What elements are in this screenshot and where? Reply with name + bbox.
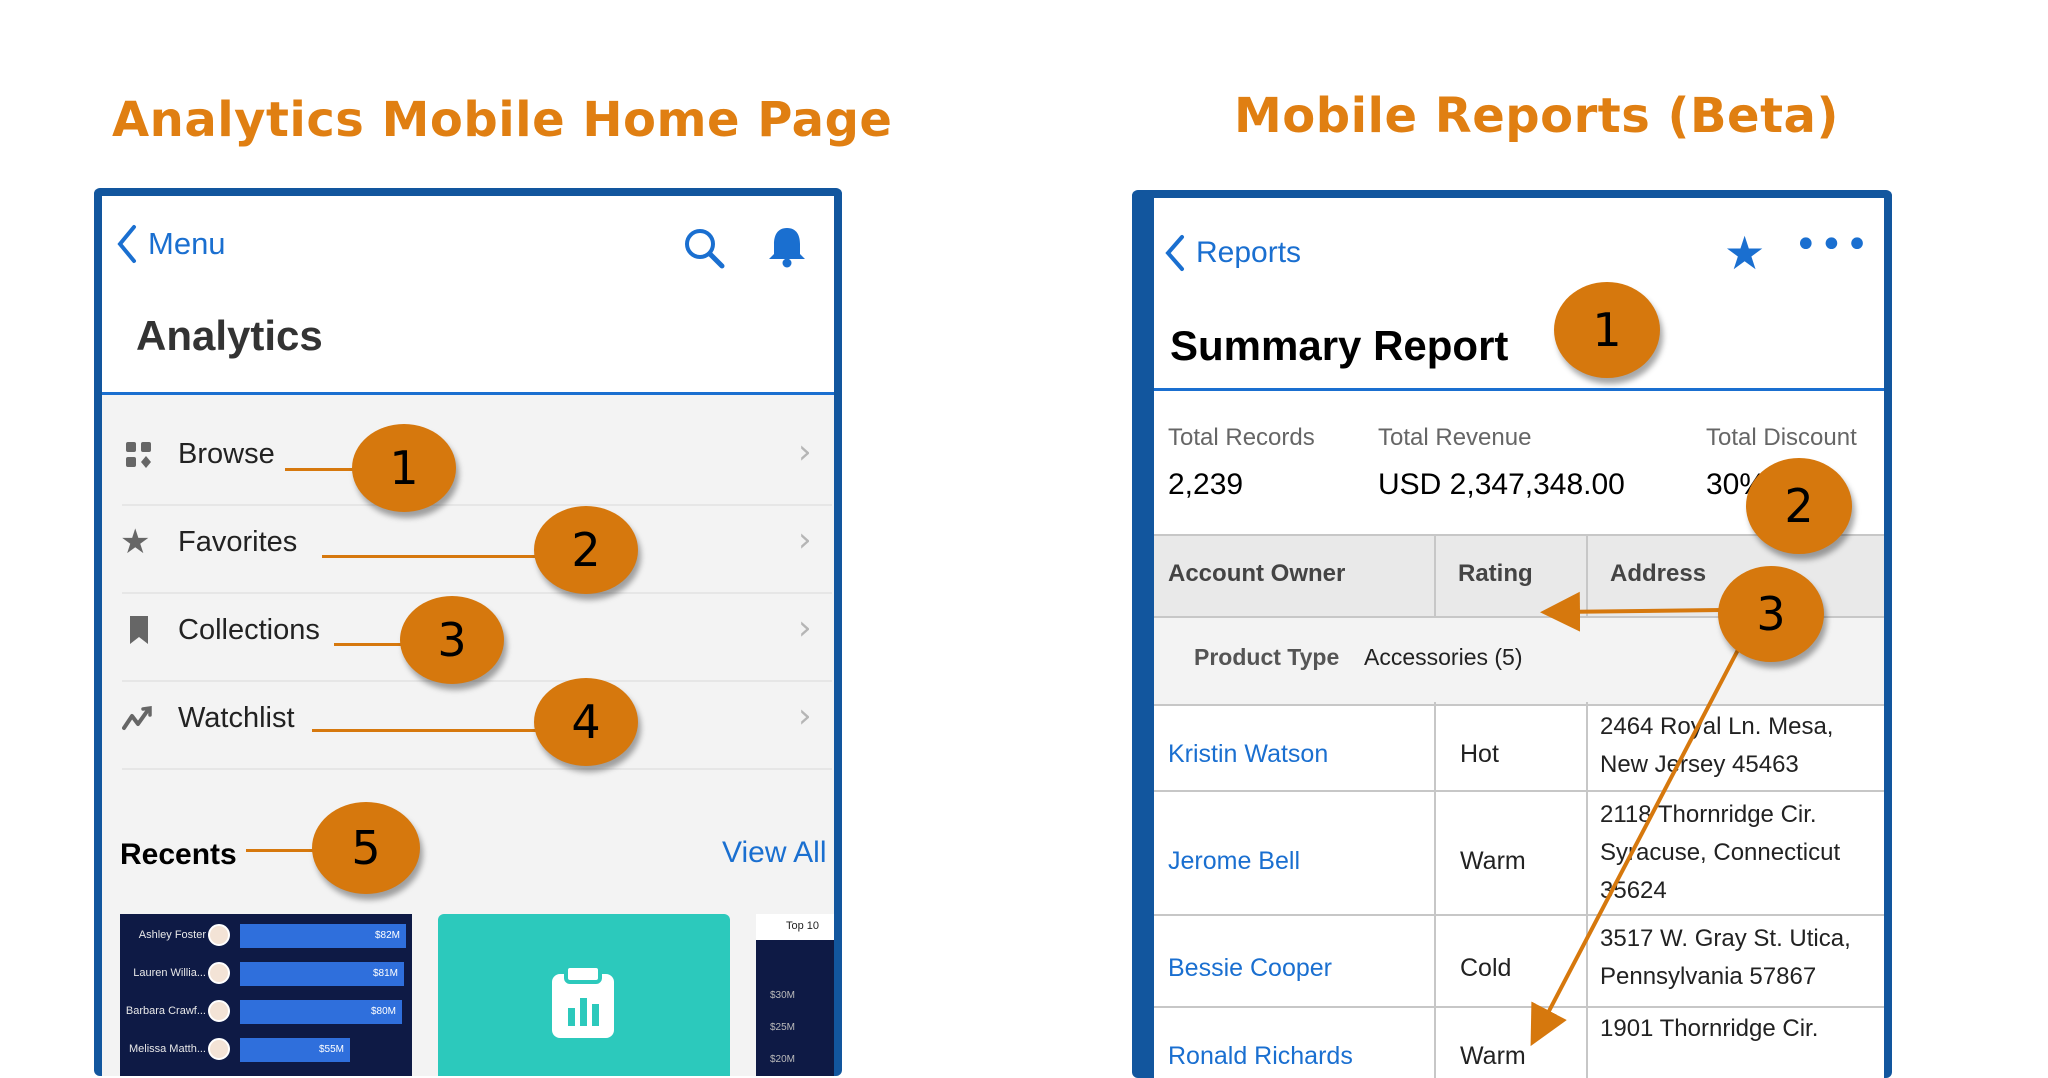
- callout-badge: 1: [1554, 282, 1660, 378]
- tick-label: $20M: [770, 1054, 796, 1065]
- callout-arrows: [1530, 591, 1742, 1047]
- callout-badge: 3: [1718, 566, 1824, 662]
- callout-badge: 2: [1746, 458, 1852, 554]
